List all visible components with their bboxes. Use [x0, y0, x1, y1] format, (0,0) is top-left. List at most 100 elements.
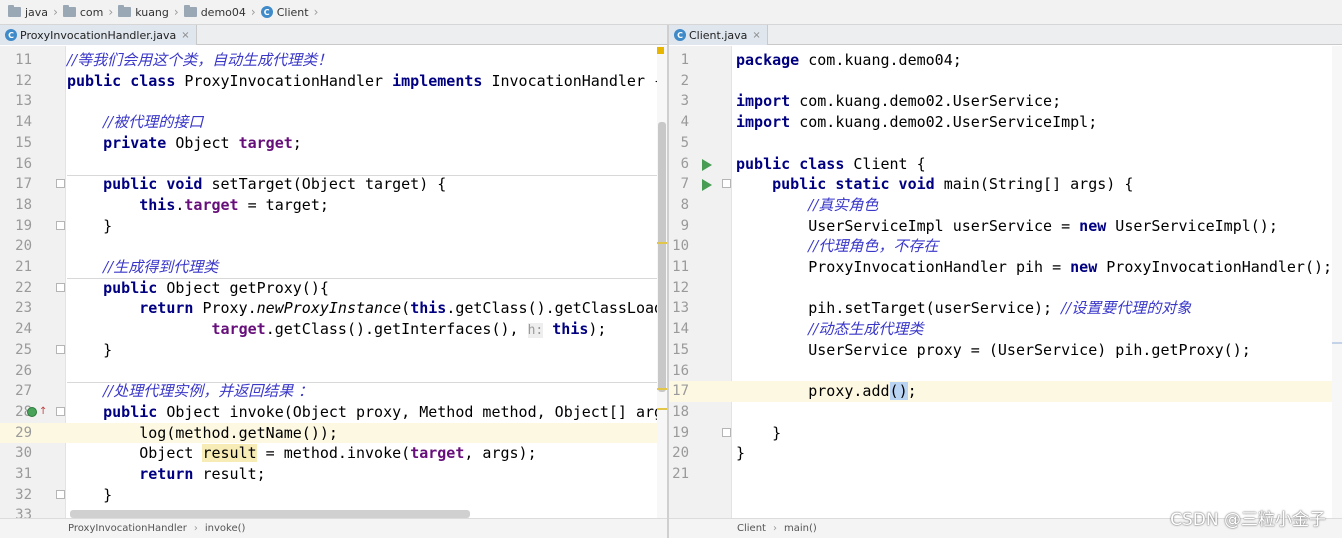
code-text[interactable]: public Object invoke(Object proxy, Metho…: [67, 402, 667, 423]
left-vertical-scrollbar[interactable]: [657, 46, 667, 518]
code-line[interactable]: 7 public static void main(String[] args)…: [669, 174, 1342, 195]
code-text[interactable]: public Object getProxy(){: [67, 278, 329, 299]
code-line[interactable]: 2: [669, 71, 1342, 92]
code-text[interactable]: this.target = target;: [67, 195, 329, 216]
code-line[interactable]: 24 target.getClass().getInterfaces(), h:…: [0, 319, 667, 340]
code-text[interactable]: //真实角色: [736, 195, 878, 216]
line-number[interactable]: 17: [0, 174, 32, 195]
code-line[interactable]: 20}: [669, 443, 1342, 464]
code-text[interactable]: import com.kuang.demo02.UserService;: [736, 91, 1061, 112]
tab-client[interactable]: C Client.java ×: [669, 25, 768, 45]
analysis-status-icon[interactable]: [657, 47, 664, 54]
code-line[interactable]: 25 }: [0, 340, 667, 361]
line-number[interactable]: 22: [0, 278, 32, 299]
left-code-area[interactable]: 11 //等我们会用这个类，自动生成代理类！ 12 public class Prox…: [0, 46, 667, 518]
code-text[interactable]: return result;: [67, 464, 265, 485]
code-line[interactable]: 18: [669, 402, 1342, 423]
breadcrumb-item-demo04[interactable]: demo04: [180, 0, 250, 25]
code-line[interactable]: 30 Object result = method.invoke(target,…: [0, 443, 667, 464]
line-number[interactable]: 21: [0, 257, 32, 278]
fold-toggle-icon[interactable]: [56, 406, 65, 416]
line-number[interactable]: 27: [0, 381, 32, 402]
line-number[interactable]: 7: [669, 174, 689, 195]
tab-proxy-invocation-handler[interactable]: C ProxyInvocationHandler.java ×: [0, 25, 197, 45]
status-class[interactable]: Client: [737, 523, 766, 534]
code-text[interactable]: target.getClass().getInterfaces(), h: th…: [67, 319, 606, 342]
code-text[interactable]: public void setTarget(Object target) {: [67, 174, 446, 195]
code-line[interactable]: 14 //动态生成代理类: [669, 319, 1342, 340]
fold-toggle-icon[interactable]: [722, 427, 731, 437]
code-text[interactable]: //代理角色，不存在: [736, 236, 938, 257]
line-number[interactable]: 19: [669, 423, 689, 444]
code-text[interactable]: pih.setTarget(userService); //设置要代理的对象: [736, 298, 1191, 319]
line-number[interactable]: 21: [669, 464, 689, 485]
code-line[interactable]: 11 //等我们会用这个类，自动生成代理类！: [0, 50, 667, 71]
code-line[interactable]: 12 public class ProxyInvocationHandler im…: [0, 71, 667, 92]
breadcrumb-item-client[interactable]: C Client: [257, 0, 313, 25]
breadcrumb-item-kuang[interactable]: kuang: [114, 0, 173, 25]
code-line[interactable]: 9 UserServiceImpl userService = new User…: [669, 216, 1342, 237]
line-number[interactable]: 13: [669, 298, 689, 319]
code-line[interactable]: 32 }: [0, 485, 667, 506]
line-number[interactable]: 2: [669, 71, 689, 92]
line-number[interactable]: 6: [669, 154, 689, 175]
line-number[interactable]: 16: [669, 361, 689, 382]
code-line[interactable]: 23 return Proxy.newProxyInstance(this.ge…: [0, 298, 667, 319]
code-line[interactable]: 20: [0, 236, 667, 257]
line-number[interactable]: 29: [0, 423, 32, 444]
line-number[interactable]: 12: [669, 278, 689, 299]
code-text[interactable]: ProxyInvocationHandler pih = new ProxyIn…: [736, 257, 1332, 278]
line-number[interactable]: 20: [0, 236, 32, 257]
status-class[interactable]: ProxyInvocationHandler: [68, 523, 187, 534]
code-text[interactable]: private Object target;: [67, 133, 302, 154]
code-line[interactable]: 11 ProxyInvocationHandler pih = new Prox…: [669, 257, 1342, 278]
code-text[interactable]: Object result = method.invoke(target, ar…: [67, 443, 537, 464]
code-line[interactable]: 17 public void setTarget(Object target) …: [0, 174, 667, 195]
code-line[interactable]: 3 import com.kuang.demo02.UserService;: [669, 91, 1342, 112]
code-line[interactable]: 26: [0, 361, 667, 382]
fold-toggle-icon[interactable]: [56, 344, 65, 354]
breadcrumb-item-java[interactable]: java: [4, 0, 52, 25]
line-number[interactable]: 19: [0, 216, 32, 237]
override-arrow-icon[interactable]: ↑: [39, 406, 47, 417]
line-number[interactable]: 14: [669, 319, 689, 340]
fold-toggle-icon[interactable]: [722, 179, 731, 189]
code-line[interactable]: 8 //真实角色: [669, 195, 1342, 216]
code-line[interactable]: 21: [669, 464, 1342, 485]
implements-method-icon[interactable]: [27, 406, 37, 417]
code-text[interactable]: log(method.getName());: [67, 423, 338, 444]
line-number[interactable]: 11: [0, 50, 32, 71]
code-line[interactable]: 17 proxy.add();: [669, 381, 1342, 402]
code-line[interactable]: 1 package com.kuang.demo04;: [669, 50, 1342, 71]
line-number[interactable]: 9: [669, 216, 689, 237]
run-icon[interactable]: [702, 158, 712, 171]
code-text[interactable]: public class ProxyInvocationHandler impl…: [67, 71, 663, 92]
code-text[interactable]: return Proxy.newProxyInstance(this.getCl…: [67, 298, 667, 319]
code-text[interactable]: //处理代理实例，并返回结果 ：: [67, 381, 313, 402]
code-text[interactable]: UserServiceImpl userService = new UserSe…: [736, 216, 1278, 237]
line-number[interactable]: 5: [669, 133, 689, 154]
code-line[interactable]: 13 pih.setTarget(userService); //设置要代理的对…: [669, 298, 1342, 319]
code-text[interactable]: }: [67, 340, 112, 361]
line-number[interactable]: 30: [0, 443, 32, 464]
code-line[interactable]: 13: [0, 91, 667, 112]
line-number[interactable]: 10: [669, 236, 689, 257]
fold-toggle-icon[interactable]: [56, 489, 65, 499]
breadcrumb-item-com[interactable]: com: [59, 0, 108, 25]
fold-toggle-icon[interactable]: [56, 220, 65, 230]
warning-stripe[interactable]: [657, 408, 667, 410]
line-number[interactable]: 31: [0, 464, 32, 485]
code-text[interactable]: //被代理的接口: [67, 112, 203, 133]
code-line[interactable]: 29 log(method.getName());: [0, 422, 667, 444]
left-horizontal-scrollbar[interactable]: [70, 510, 470, 518]
code-text[interactable]: //动态生成代理类: [736, 319, 923, 340]
code-line[interactable]: 18 this.target = target;: [0, 195, 667, 216]
run-icon[interactable]: [702, 179, 712, 192]
status-method[interactable]: invoke(): [205, 523, 246, 534]
code-text[interactable]: }: [67, 485, 112, 506]
code-line[interactable]: 22 public Object getProxy(){: [0, 278, 667, 299]
right-code-area[interactable]: 1 package com.kuang.demo04; 2 3 import com.k…: [669, 46, 1342, 518]
fold-toggle-icon[interactable]: [56, 179, 65, 189]
line-number[interactable]: 25: [0, 340, 32, 361]
line-number[interactable]: 17: [669, 381, 689, 402]
